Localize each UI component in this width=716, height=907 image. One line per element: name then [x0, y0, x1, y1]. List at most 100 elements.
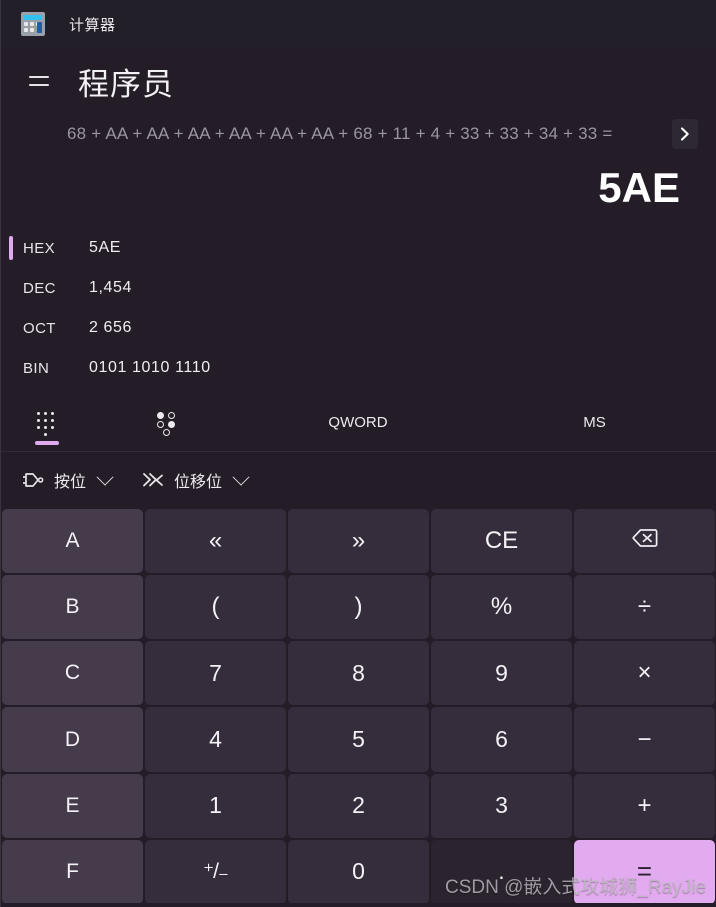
- hamburger-menu-icon[interactable]: [19, 61, 59, 101]
- key-label: 4: [209, 726, 222, 753]
- key-label: +: [637, 791, 652, 819]
- tab-indicator: [583, 441, 607, 445]
- key-subtract[interactable]: −: [574, 707, 715, 772]
- key-label: =: [636, 856, 653, 887]
- key-label: 9: [495, 659, 508, 686]
- key-label: 6: [495, 726, 508, 753]
- key-f[interactable]: F: [2, 839, 143, 904]
- radix-label: OCT: [23, 319, 56, 337]
- key-3[interactable]: 3: [431, 773, 572, 838]
- result-value: 5AE: [598, 164, 680, 211]
- radix-row-bin[interactable]: BIN 0101 1010 1110: [1, 348, 716, 388]
- tab-indicator: [35, 441, 59, 445]
- tab-keypad[interactable]: [1, 394, 93, 451]
- bitwise-dropdown[interactable]: 按位: [15, 462, 119, 498]
- title-bar: 计算器: [1, 0, 716, 48]
- radix-label: HEX: [23, 239, 56, 257]
- selection-indicator: [9, 236, 13, 260]
- backspace-icon: [631, 527, 658, 555]
- key-label: »: [351, 527, 366, 555]
- key-c[interactable]: C: [2, 641, 143, 706]
- keypad-dots-icon: [36, 410, 58, 436]
- key-multiply[interactable]: ×: [574, 641, 715, 706]
- key-label: A: [65, 529, 80, 553]
- radix-row-hex[interactable]: HEX 5AE: [1, 228, 716, 268]
- key-clear-entry[interactable]: CE: [431, 509, 572, 574]
- key-paren-close[interactable]: ): [288, 575, 429, 640]
- key-label: 7: [209, 659, 222, 686]
- radix-value: 1,454: [89, 279, 133, 296]
- key-label: (: [211, 593, 220, 621]
- key-b[interactable]: B: [2, 575, 143, 640]
- radix-value: 0101 1010 1110: [89, 359, 211, 376]
- key-label: ÷: [637, 593, 652, 621]
- bit-toggle-icon: [156, 410, 180, 436]
- key-label: C: [64, 661, 81, 685]
- key-decimal[interactable]: .: [431, 839, 572, 904]
- key-d[interactable]: D: [2, 707, 143, 772]
- key-9[interactable]: 9: [431, 641, 572, 706]
- radix-value: 2 656: [89, 319, 133, 336]
- window-title: 计算器: [69, 16, 116, 34]
- selection-indicator: [9, 316, 13, 340]
- key-label: %: [490, 593, 513, 621]
- bit-shift-dropdown[interactable]: 位移位: [133, 462, 255, 498]
- key-backspace[interactable]: [574, 509, 715, 574]
- keypad-mode-tabs: QWORD MS: [1, 394, 716, 452]
- display-area: 68 + AA + AA + AA + AA + AA + AA + 68 + …: [1, 114, 716, 220]
- app-header: 程序员: [1, 48, 716, 114]
- key-label: «: [208, 527, 223, 555]
- key-7[interactable]: 7: [145, 641, 286, 706]
- key-label: 8: [352, 659, 365, 686]
- key-label: ⁺/₋: [202, 860, 229, 884]
- key-label: 2: [352, 792, 365, 819]
- key-label: .: [498, 858, 505, 885]
- radix-label: BIN: [23, 359, 50, 377]
- tab-word-size[interactable]: QWORD: [243, 394, 473, 451]
- key-shift-right[interactable]: »: [288, 509, 429, 574]
- selection-indicator: [9, 356, 13, 380]
- key-label: 0: [352, 858, 365, 885]
- chevron-down-icon: [96, 468, 114, 486]
- key-paren-open[interactable]: (: [145, 575, 286, 640]
- tab-indicator: [156, 441, 180, 445]
- key-label: D: [64, 727, 81, 751]
- tab-label: MS: [583, 414, 606, 431]
- key-a[interactable]: A: [2, 509, 143, 574]
- radix-label: DEC: [23, 279, 56, 297]
- key-label: −: [637, 725, 652, 753]
- chevron-right-icon[interactable]: [672, 119, 698, 149]
- key-label: CE: [484, 527, 519, 555]
- key-plus-minus[interactable]: ⁺/₋: [145, 839, 286, 904]
- key-add[interactable]: +: [574, 773, 715, 838]
- radix-row-dec[interactable]: DEC 1,454: [1, 268, 716, 308]
- expression-row: 68 + AA + AA + AA + AA + AA + AA + 68 + …: [1, 114, 698, 154]
- key-percent[interactable]: %: [431, 575, 572, 640]
- keypad-grid: A « » CE B ( ) % ÷ C 7 8 9 × D 4 5 6 − E: [1, 508, 716, 907]
- tab-indicator: [346, 441, 370, 445]
- key-label: ): [354, 593, 363, 621]
- key-2[interactable]: 2: [288, 773, 429, 838]
- key-e[interactable]: E: [2, 773, 143, 838]
- logic-gate-icon: [23, 472, 45, 488]
- key-6[interactable]: 6: [431, 707, 572, 772]
- key-5[interactable]: 5: [288, 707, 429, 772]
- key-label: 3: [495, 792, 508, 819]
- tab-bit-toggle[interactable]: [93, 394, 243, 451]
- radix-row-oct[interactable]: OCT 2 656: [1, 308, 716, 348]
- expression-text: 68 + AA + AA + AA + AA + AA + AA + 68 + …: [67, 124, 613, 143]
- bit-shift-icon: [141, 471, 165, 489]
- key-label: 5: [352, 726, 365, 753]
- selection-indicator: [9, 276, 13, 300]
- page-title: 程序员: [78, 66, 174, 102]
- key-divide[interactable]: ÷: [574, 575, 715, 640]
- key-equals[interactable]: =: [574, 839, 715, 904]
- key-8[interactable]: 8: [288, 641, 429, 706]
- key-shift-left[interactable]: «: [145, 509, 286, 574]
- tab-memory-store[interactable]: MS: [473, 394, 716, 451]
- key-1[interactable]: 1: [145, 773, 286, 838]
- radix-value: 5AE: [89, 239, 122, 256]
- key-4[interactable]: 4: [145, 707, 286, 772]
- key-label: 1: [209, 792, 222, 819]
- key-0[interactable]: 0: [288, 839, 429, 904]
